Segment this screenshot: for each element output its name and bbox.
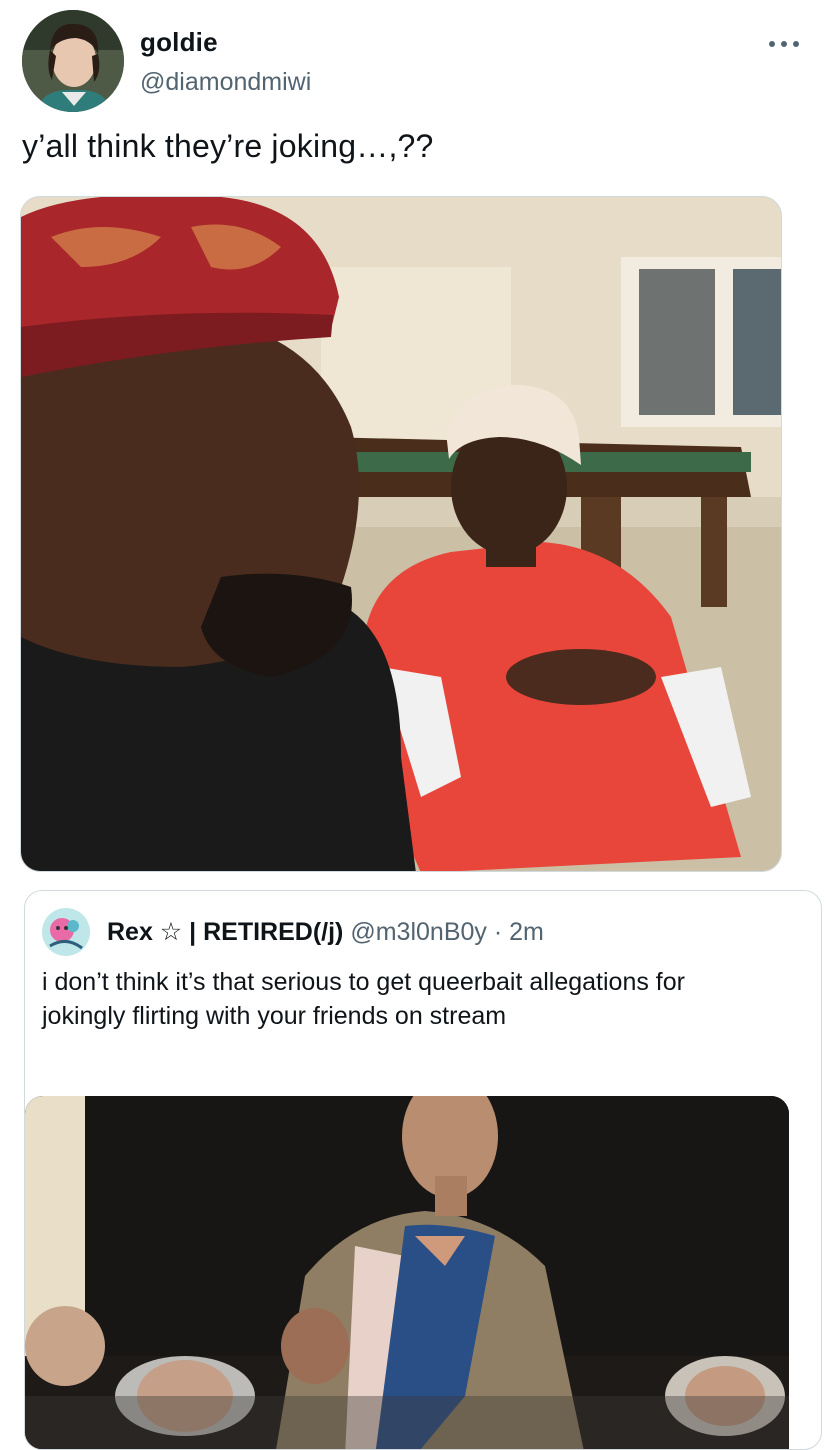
quote-author-avatar[interactable]	[42, 908, 90, 956]
quote-text: i don’t think it’s that serious to get q…	[42, 968, 685, 1030]
quote-author-display-name[interactable]: Rex ☆ | RETIRED(/j)	[107, 918, 343, 946]
tweet-text: y’all think they’re joking…,??	[22, 128, 434, 164]
quote-timestamp[interactable]: 2m	[509, 918, 544, 946]
quote-media-image[interactable]	[25, 1096, 789, 1449]
quote-meta: Rex ☆ | RETIRED(/j) @m3l0nB0y · 2m	[107, 917, 544, 947]
author-avatar[interactable]	[22, 10, 124, 112]
author-handle[interactable]: @diamondmiwi	[140, 68, 311, 97]
author-display-name[interactable]: goldie	[140, 27, 218, 58]
meta-separator: ·	[493, 918, 503, 946]
tweet-header: goldie @diamondmiwi	[22, 10, 808, 114]
quote-author-handle[interactable]: @m3l0nB0y	[350, 918, 487, 946]
quote-tweet-card[interactable]: Rex ☆ | RETIRED(/j) @m3l0nB0y · 2m i don…	[24, 890, 822, 1450]
more-horizontal-icon[interactable]	[768, 36, 800, 47]
tweet-media-image[interactable]	[20, 196, 782, 872]
